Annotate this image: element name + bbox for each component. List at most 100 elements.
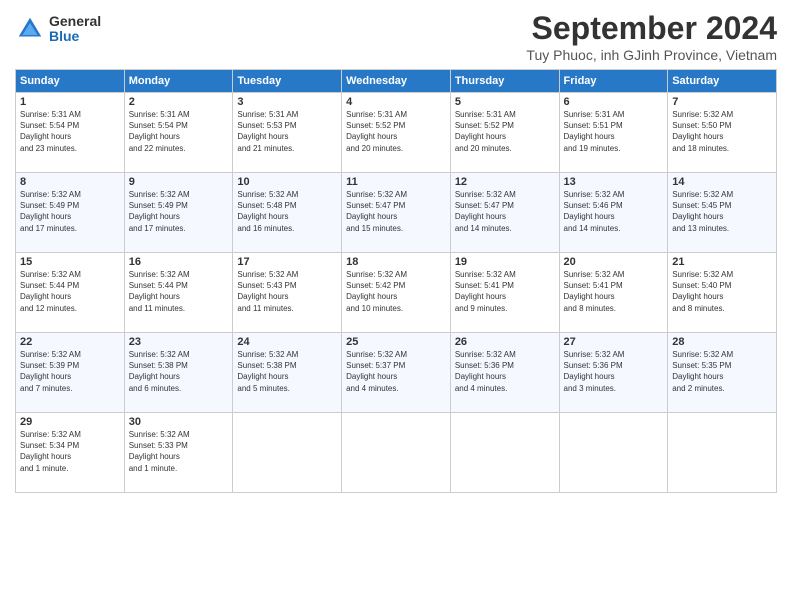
day-number: 26 <box>455 336 555 348</box>
col-tuesday: Tuesday <box>233 70 342 93</box>
logo-blue: Blue <box>49 29 101 44</box>
calendar-table: Sunday Monday Tuesday Wednesday Thursday… <box>15 69 777 493</box>
day-number: 8 <box>20 176 120 188</box>
day-number: 18 <box>346 256 446 268</box>
calendar-day-cell: 21 Sunrise: 5:32 AM Sunset: 5:40 PM Dayl… <box>668 253 777 333</box>
calendar-day-cell: 29 Sunrise: 5:32 AM Sunset: 5:34 PM Dayl… <box>16 413 125 493</box>
day-number: 14 <box>672 176 772 188</box>
day-number: 11 <box>346 176 446 188</box>
day-number: 3 <box>237 96 337 108</box>
location-subtitle: Tuy Phuoc, inh GJinh Province, Vietnam <box>526 47 777 63</box>
day-number: 24 <box>237 336 337 348</box>
calendar-day-cell: 8 Sunrise: 5:32 AM Sunset: 5:49 PM Dayli… <box>16 173 125 253</box>
day-info: Sunrise: 5:32 AM Sunset: 5:38 PM Dayligh… <box>237 349 337 394</box>
day-info: Sunrise: 5:32 AM Sunset: 5:50 PM Dayligh… <box>672 109 772 154</box>
calendar-day-cell <box>233 413 342 493</box>
day-info: Sunrise: 5:32 AM Sunset: 5:35 PM Dayligh… <box>672 349 772 394</box>
day-info: Sunrise: 5:32 AM Sunset: 5:44 PM Dayligh… <box>129 269 229 314</box>
calendar-day-cell: 11 Sunrise: 5:32 AM Sunset: 5:47 PM Dayl… <box>342 173 451 253</box>
day-info: Sunrise: 5:32 AM Sunset: 5:41 PM Dayligh… <box>564 269 664 314</box>
calendar-day-cell: 7 Sunrise: 5:32 AM Sunset: 5:50 PM Dayli… <box>668 93 777 173</box>
day-number: 17 <box>237 256 337 268</box>
calendar-day-cell: 24 Sunrise: 5:32 AM Sunset: 5:38 PM Dayl… <box>233 333 342 413</box>
calendar-day-cell <box>342 413 451 493</box>
day-info: Sunrise: 5:31 AM Sunset: 5:52 PM Dayligh… <box>455 109 555 154</box>
day-info: Sunrise: 5:32 AM Sunset: 5:33 PM Dayligh… <box>129 429 229 474</box>
calendar-day-cell: 3 Sunrise: 5:31 AM Sunset: 5:53 PM Dayli… <box>233 93 342 173</box>
day-number: 15 <box>20 256 120 268</box>
day-info: Sunrise: 5:32 AM Sunset: 5:39 PM Dayligh… <box>20 349 120 394</box>
header: General Blue September 2024 Tuy Phuoc, i… <box>15 10 777 63</box>
day-info: Sunrise: 5:31 AM Sunset: 5:54 PM Dayligh… <box>129 109 229 154</box>
day-info: Sunrise: 5:32 AM Sunset: 5:34 PM Dayligh… <box>20 429 120 474</box>
day-number: 23 <box>129 336 229 348</box>
calendar-day-cell: 16 Sunrise: 5:32 AM Sunset: 5:44 PM Dayl… <box>124 253 233 333</box>
day-number: 1 <box>20 96 120 108</box>
page: General Blue September 2024 Tuy Phuoc, i… <box>0 0 792 612</box>
day-number: 2 <box>129 96 229 108</box>
calendar-day-cell: 12 Sunrise: 5:32 AM Sunset: 5:47 PM Dayl… <box>450 173 559 253</box>
day-number: 16 <box>129 256 229 268</box>
calendar-day-cell: 4 Sunrise: 5:31 AM Sunset: 5:52 PM Dayli… <box>342 93 451 173</box>
calendar-day-cell: 23 Sunrise: 5:32 AM Sunset: 5:38 PM Dayl… <box>124 333 233 413</box>
day-info: Sunrise: 5:32 AM Sunset: 5:42 PM Dayligh… <box>346 269 446 314</box>
calendar-day-cell: 25 Sunrise: 5:32 AM Sunset: 5:37 PM Dayl… <box>342 333 451 413</box>
calendar-day-cell <box>668 413 777 493</box>
col-wednesday: Wednesday <box>342 70 451 93</box>
logo-text: General Blue <box>49 14 101 45</box>
day-info: Sunrise: 5:32 AM Sunset: 5:37 PM Dayligh… <box>346 349 446 394</box>
day-number: 7 <box>672 96 772 108</box>
day-number: 9 <box>129 176 229 188</box>
day-info: Sunrise: 5:32 AM Sunset: 5:36 PM Dayligh… <box>564 349 664 394</box>
calendar-day-cell: 15 Sunrise: 5:32 AM Sunset: 5:44 PM Dayl… <box>16 253 125 333</box>
calendar-day-cell: 26 Sunrise: 5:32 AM Sunset: 5:36 PM Dayl… <box>450 333 559 413</box>
day-number: 29 <box>20 416 120 428</box>
calendar-day-cell: 27 Sunrise: 5:32 AM Sunset: 5:36 PM Dayl… <box>559 333 668 413</box>
calendar-day-cell <box>559 413 668 493</box>
month-title: September 2024 <box>526 10 777 47</box>
calendar-day-cell: 19 Sunrise: 5:32 AM Sunset: 5:41 PM Dayl… <box>450 253 559 333</box>
col-sunday: Sunday <box>16 70 125 93</box>
day-number: 27 <box>564 336 664 348</box>
day-number: 5 <box>455 96 555 108</box>
day-info: Sunrise: 5:32 AM Sunset: 5:44 PM Dayligh… <box>20 269 120 314</box>
calendar-week-row: 1 Sunrise: 5:31 AM Sunset: 5:54 PM Dayli… <box>16 93 777 173</box>
col-saturday: Saturday <box>668 70 777 93</box>
day-info: Sunrise: 5:32 AM Sunset: 5:41 PM Dayligh… <box>455 269 555 314</box>
day-info: Sunrise: 5:32 AM Sunset: 5:49 PM Dayligh… <box>20 189 120 234</box>
calendar-day-cell: 10 Sunrise: 5:32 AM Sunset: 5:48 PM Dayl… <box>233 173 342 253</box>
day-info: Sunrise: 5:32 AM Sunset: 5:48 PM Dayligh… <box>237 189 337 234</box>
title-section: September 2024 Tuy Phuoc, inh GJinh Prov… <box>526 10 777 63</box>
day-info: Sunrise: 5:32 AM Sunset: 5:38 PM Dayligh… <box>129 349 229 394</box>
calendar-day-cell: 28 Sunrise: 5:32 AM Sunset: 5:35 PM Dayl… <box>668 333 777 413</box>
calendar-week-row: 15 Sunrise: 5:32 AM Sunset: 5:44 PM Dayl… <box>16 253 777 333</box>
day-info: Sunrise: 5:32 AM Sunset: 5:46 PM Dayligh… <box>564 189 664 234</box>
calendar-header-row: Sunday Monday Tuesday Wednesday Thursday… <box>16 70 777 93</box>
day-info: Sunrise: 5:32 AM Sunset: 5:36 PM Dayligh… <box>455 349 555 394</box>
calendar-day-cell: 30 Sunrise: 5:32 AM Sunset: 5:33 PM Dayl… <box>124 413 233 493</box>
day-info: Sunrise: 5:31 AM Sunset: 5:53 PM Dayligh… <box>237 109 337 154</box>
col-monday: Monday <box>124 70 233 93</box>
calendar-day-cell: 6 Sunrise: 5:31 AM Sunset: 5:51 PM Dayli… <box>559 93 668 173</box>
day-number: 6 <box>564 96 664 108</box>
calendar-day-cell: 22 Sunrise: 5:32 AM Sunset: 5:39 PM Dayl… <box>16 333 125 413</box>
day-info: Sunrise: 5:32 AM Sunset: 5:43 PM Dayligh… <box>237 269 337 314</box>
day-info: Sunrise: 5:31 AM Sunset: 5:54 PM Dayligh… <box>20 109 120 154</box>
day-number: 12 <box>455 176 555 188</box>
day-number: 21 <box>672 256 772 268</box>
day-number: 22 <box>20 336 120 348</box>
day-number: 4 <box>346 96 446 108</box>
logo-icon <box>15 14 45 44</box>
day-number: 30 <box>129 416 229 428</box>
logo: General Blue <box>15 14 101 45</box>
day-info: Sunrise: 5:32 AM Sunset: 5:40 PM Dayligh… <box>672 269 772 314</box>
calendar-day-cell: 2 Sunrise: 5:31 AM Sunset: 5:54 PM Dayli… <box>124 93 233 173</box>
calendar-week-row: 8 Sunrise: 5:32 AM Sunset: 5:49 PM Dayli… <box>16 173 777 253</box>
calendar-day-cell: 14 Sunrise: 5:32 AM Sunset: 5:45 PM Dayl… <box>668 173 777 253</box>
calendar-week-row: 29 Sunrise: 5:32 AM Sunset: 5:34 PM Dayl… <box>16 413 777 493</box>
calendar-day-cell: 1 Sunrise: 5:31 AM Sunset: 5:54 PM Dayli… <box>16 93 125 173</box>
calendar-day-cell: 18 Sunrise: 5:32 AM Sunset: 5:42 PM Dayl… <box>342 253 451 333</box>
calendar-day-cell: 9 Sunrise: 5:32 AM Sunset: 5:49 PM Dayli… <box>124 173 233 253</box>
col-thursday: Thursday <box>450 70 559 93</box>
day-info: Sunrise: 5:32 AM Sunset: 5:47 PM Dayligh… <box>346 189 446 234</box>
